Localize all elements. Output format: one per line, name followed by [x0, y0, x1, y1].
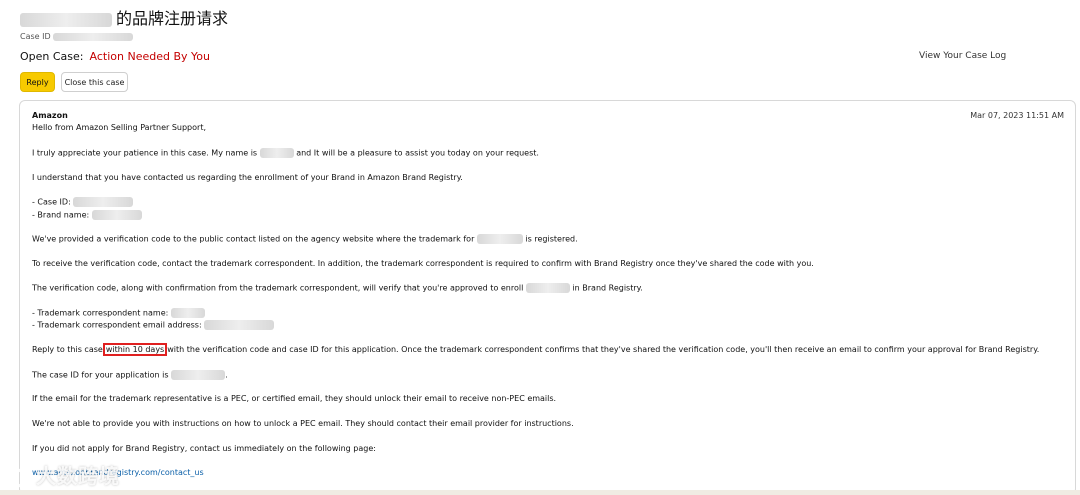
redacted-name: [259, 148, 294, 158]
paragraph-understand: I understand that you have contacted us …: [32, 173, 463, 182]
redacted-case-id: [53, 32, 134, 41]
paragraph-receive-code: To receive the verification code, contac…: [32, 259, 814, 268]
case-id-line: Case ID: [20, 32, 134, 41]
highlighted-deadline: within 10 days: [102, 343, 168, 356]
case-id-item: - Case ID:: [32, 197, 134, 207]
watermark: 大数跨境: [6, 460, 120, 489]
redacted-tm-email: [204, 320, 275, 330]
redacted-brand: [476, 234, 523, 244]
message-date: Mar 07, 2023 11:51 AM: [970, 111, 1064, 120]
reply-button[interactable]: Reply: [20, 72, 55, 92]
open-case-line: Open Case: Action Needed By You: [20, 50, 210, 63]
redacted-brand: [525, 283, 570, 293]
redacted-brand: [20, 12, 112, 27]
brand-name-item: - Brand name:: [32, 210, 142, 220]
close-case-button[interactable]: Close this case: [61, 72, 128, 92]
open-case-label: Open Case:: [20, 50, 84, 63]
redacted-brand-name: [91, 210, 142, 220]
watermark-logo-icon: [7, 468, 27, 487]
greeting: Hello from Amazon Selling Partner Suppor…: [32, 123, 206, 132]
view-case-log-link[interactable]: View Your Case Log: [919, 51, 1006, 61]
page-title: 的品牌注册请求: [20, 5, 228, 29]
paragraph-verify: The verification code, along with confir…: [32, 283, 643, 293]
redacted-tm-name: [170, 308, 205, 318]
paragraph-intro: I truly appreciate your patience in this…: [32, 148, 539, 158]
message-sender: Amazon: [32, 111, 68, 120]
paragraph-pec-instructions: We're not able to provide you with instr…: [32, 419, 574, 428]
paragraph-contact-us: If you did not apply for Brand Registry,…: [32, 444, 376, 453]
tm-name-item: - Trademark correspondent name:: [32, 308, 205, 318]
paragraph-case-id: The case ID for your application is .: [32, 370, 228, 380]
message-card: Amazon Mar 07, 2023 11:51 AM Hello from …: [19, 100, 1076, 495]
paragraph-reply-deadline: Reply to this case within 10 days with the…: [32, 343, 1040, 356]
tm-email-item: - Trademark correspondent email address:: [32, 320, 275, 330]
paragraph-pec: If the email for the trademark represent…: [32, 394, 557, 403]
status-text: Action Needed By You: [89, 50, 210, 63]
redacted-case-id: [171, 370, 226, 380]
bottom-bar: [0, 490, 1080, 495]
paragraph-verification-provided: We've provided a verification code to th…: [32, 234, 578, 244]
redacted-case-id: [73, 197, 134, 207]
